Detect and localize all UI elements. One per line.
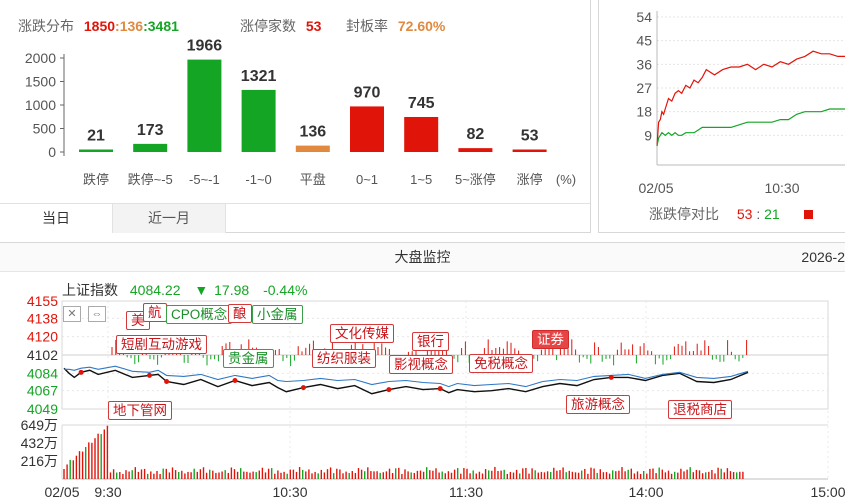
y-tick-label: 500: [33, 121, 57, 137]
x-tick-label: 02/05: [638, 180, 673, 196]
bar: [133, 143, 168, 152]
y-tick-label: 27: [636, 80, 652, 96]
y-tick-label: 36: [636, 56, 652, 72]
y-tick-label: 2000: [25, 50, 56, 66]
tab-today[interactable]: 当日: [0, 204, 112, 233]
bar: [512, 149, 547, 152]
sector-tag[interactable]: 地下管网: [108, 401, 172, 420]
event-marker: [608, 374, 614, 380]
market-monitor-panel: 大盘监控 2026-2 上证指数 4084.22 ▼ 17.98 -0.44% …: [0, 242, 845, 501]
expand-horizontal-icon[interactable]: ⇔: [88, 306, 106, 322]
y-tick-label: 4084: [27, 365, 58, 381]
limit-up-value: 53: [736, 206, 753, 222]
y-tick-label: 4138: [27, 310, 58, 326]
event-marker: [147, 372, 152, 378]
bar-value-label: 745: [408, 95, 435, 112]
event-marker: [300, 385, 306, 391]
sector-tag[interactable]: 贵金属: [223, 349, 274, 368]
category-label: 跌停: [83, 172, 109, 187]
limit-compare-label: 涨跌停对比: [649, 206, 719, 222]
y-tick-label: 4067: [27, 383, 58, 399]
x-tick-label: 14:00: [628, 484, 663, 500]
event-marker: [78, 369, 84, 375]
limit-compare-line-chart: 9 18 27 36 45 54 02/05 10:30: [636, 9, 845, 196]
sector-tag[interactable]: CPO概念: [166, 305, 233, 324]
close-icon[interactable]: ✕: [63, 306, 81, 322]
bar-value-label: 970: [354, 84, 381, 101]
sector-tag[interactable]: 证券: [532, 330, 569, 349]
bar-value-label: 53: [521, 128, 539, 145]
x-tick-label: 11:30: [449, 484, 483, 500]
category-label: 跌停~-5: [128, 172, 173, 187]
bar-value-label: 1321: [241, 68, 277, 85]
bar: [79, 149, 113, 152]
sector-tag[interactable]: 免税概念: [469, 354, 533, 373]
sector-tag[interactable]: 退税商店: [668, 400, 732, 419]
x-tick-label: 10:30: [764, 180, 799, 196]
category-label: 1~5: [410, 172, 432, 187]
legend-square-icon: [803, 210, 813, 219]
series-line: [656, 108, 845, 147]
y-tick-label: 4120: [27, 329, 58, 345]
event-marker: [386, 387, 392, 393]
sector-tag[interactable]: 短剧互动游戏: [116, 335, 207, 354]
distribution-bar-chart: 0 500 1000 1500 2000 21 173 1966 1321 136 970 745 8…: [25, 38, 576, 187]
sector-tag[interactable]: 小金属: [252, 305, 303, 324]
bar-value-label: 136: [299, 124, 326, 141]
ratio-sep: :: [756, 206, 761, 222]
tab-recent-month[interactable]: 近一月: [112, 204, 226, 233]
category-label: 0~1: [356, 172, 378, 187]
sector-tag[interactable]: 纺织服装: [312, 349, 376, 368]
event-marker: [232, 377, 238, 383]
sector-tag[interactable]: 旅游概念: [566, 395, 630, 414]
x-tick-label: 02/05: [44, 484, 79, 500]
y-tick-label: 1000: [25, 97, 56, 113]
series-line: [656, 50, 845, 146]
category-label: -1~0: [245, 172, 271, 187]
bar: [241, 89, 276, 152]
sector-tag[interactable]: 银行: [412, 332, 449, 351]
y-tick-label: 1500: [25, 74, 56, 90]
sector-tag[interactable]: 酿: [228, 304, 252, 323]
bar-value-label: 21: [87, 128, 105, 145]
x-tick-label: 10:30: [272, 484, 307, 500]
limit-compare-legend: 涨跌停对比 53 : 21: [649, 204, 813, 224]
bar: [187, 59, 222, 152]
category-label: 平盘: [300, 172, 326, 187]
y-tick-label: 45: [636, 33, 652, 49]
x-tick-label: 9:30: [94, 484, 121, 500]
event-marker: [437, 386, 443, 392]
bar: [295, 145, 330, 152]
x-tick-label: 15:00: [810, 484, 845, 500]
bar-value-label: 173: [137, 122, 164, 139]
category-label: -5~-1: [189, 172, 220, 187]
y-tick-label: 4155: [27, 293, 58, 309]
y-tick-label: 4102: [27, 347, 58, 363]
volume-tick-label: 216万: [21, 453, 58, 469]
limit-down-value: 21: [764, 206, 780, 222]
category-label: 涨停: [517, 172, 543, 187]
period-tabs: 当日 近一月: [0, 203, 590, 233]
category-label: 5~涨停: [455, 172, 496, 187]
sector-tag[interactable]: 航: [143, 303, 167, 322]
y-tick-label: 9: [644, 127, 652, 143]
volume-tick-label: 649万: [21, 417, 58, 433]
y-tick-label: 4049: [27, 401, 58, 417]
event-marker: [164, 378, 170, 384]
volume-tick-label: 432万: [21, 435, 58, 451]
bar: [404, 116, 439, 152]
sector-tag[interactable]: 文化传媒: [330, 324, 394, 343]
limit-compare-panel: 9 18 27 36 45 54 02/05 10:30 涨跌停对比 53 : 21: [598, 0, 845, 233]
bar-value-label: 1966: [187, 38, 223, 55]
breadth-panel: 涨跌分布 1850:136:3481 涨停家数 53 封板率 72.60% 05…: [0, 0, 591, 233]
y-tick-label: 0: [48, 144, 56, 160]
y-tick-label: 54: [636, 9, 652, 25]
unit-label: (%): [556, 172, 576, 187]
bar-value-label: 82: [467, 126, 485, 143]
bar: [458, 148, 493, 152]
y-tick-label: 18: [636, 104, 652, 120]
sector-tag[interactable]: 影视概念: [389, 355, 453, 374]
bar: [350, 106, 384, 152]
